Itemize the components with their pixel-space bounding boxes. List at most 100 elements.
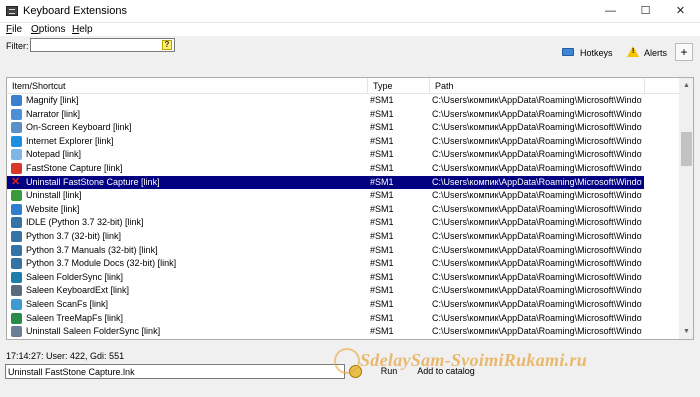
table-row[interactable]: Website [link] #SM1 C:\Users\компик\AppDat… (7, 203, 644, 217)
row-name: IDLE (Python 3.7 32-bit) [link] (26, 217, 144, 228)
python-icon (11, 258, 22, 270)
row-type: #SM1 (370, 217, 394, 228)
table-row[interactable]: FastStone Capture [link] #SM1 C:\Users\ком… (7, 162, 644, 176)
scanfs-icon (11, 298, 22, 310)
row-name: Internet Explorer [link] (26, 135, 114, 146)
menu-file-label: ile (12, 24, 23, 35)
row-name: Saleen TreeMapFs [link] (26, 312, 124, 323)
foldersync-icon (11, 271, 22, 283)
row-path: C:\Users\компик\AppData\Roaming\Microsof… (432, 162, 642, 173)
row-path: C:\Users\компик\AppData\Roaming\Microsof… (432, 176, 642, 187)
row-name: Saleen FolderSync [link] (26, 271, 124, 282)
shortcut-list[interactable]: Item/Shortcut Type Path Magnify [link] #S… (6, 77, 694, 340)
uninstall-icon (11, 326, 22, 338)
menu-bar: File Options Help (0, 23, 700, 36)
table-row[interactable]: Python 3.7 Manuals (32-bit) [link] #SM1 C:… (7, 244, 644, 258)
menu-help[interactable]: Help (72, 24, 93, 35)
faststone-icon (11, 162, 22, 174)
row-type: #SM1 (370, 135, 394, 146)
row-name: Notepad [link] (26, 149, 82, 160)
row-type: #SM1 (370, 122, 394, 133)
table-row[interactable]: Saleen ScanFs [link] #SM1 C:\Users\компик\… (7, 298, 644, 312)
row-name: Narrator [link] (26, 108, 81, 119)
row-path: C:\Users\компик\AppData\Roaming\Microsof… (432, 298, 642, 309)
row-path: C:\Users\компик\AppData\Roaming\Microsof… (432, 190, 642, 201)
row-path: C:\Users\компик\AppData\Roaming\Microsof… (432, 258, 642, 269)
table-row[interactable]: ✕ Uninstall FastStone Capture [link] #SM1 C… (7, 175, 644, 190)
table-row[interactable]: IDLE (Python 3.7 32-bit) [link] #SM1 C:\Us… (7, 216, 644, 230)
table-row[interactable]: Uninstall [link] #SM1 C:\Users\компик\AppD… (7, 189, 644, 203)
help-icon[interactable]: ? (162, 40, 172, 50)
row-type: #SM1 (370, 149, 394, 160)
maximize-button[interactable]: ☐ (628, 0, 663, 22)
row-name: On-Screen Keyboard [link] (26, 122, 132, 133)
row-type: #SM1 (370, 203, 394, 214)
watermark: SdelaySam-SvoimiRukami.ru (360, 350, 588, 370)
add-button[interactable]: + (675, 43, 693, 61)
table-row[interactable]: Saleen KeyboardExt [link] #SM1 C:\Users\ко… (7, 284, 644, 298)
menu-help-label: elp (79, 24, 93, 35)
close-button[interactable]: ✕ (663, 0, 698, 22)
row-type: #SM1 (370, 285, 394, 296)
warning-icon (627, 46, 639, 57)
table-row[interactable]: Internet Explorer [link] #SM1 C:\Users\ком… (7, 135, 644, 149)
column-header-type[interactable]: Type (368, 78, 430, 94)
table-row[interactable]: Saleen FolderSync [link] #SM1 C:\Users\ком… (7, 271, 644, 285)
status-text: 17:14:27: User: 422, Gdi: 551 (6, 351, 125, 361)
filter-label: Filter: (6, 41, 29, 51)
menu-file[interactable]: File (6, 24, 22, 35)
list-rows: Magnify [link] #SM1 C:\Users\компик\AppDat… (7, 94, 679, 339)
table-row[interactable]: Uninstall Saleen FolderSync [link] #SM1 C:… (7, 325, 644, 339)
keyboard-icon (11, 122, 22, 134)
magnify-icon (11, 95, 22, 106)
row-name: Uninstall Saleen FolderSync [link] (26, 326, 161, 337)
row-path: C:\Users\компик\AppData\Roaming\Microsof… (432, 135, 642, 146)
scroll-up-arrow-icon[interactable]: ▲ (679, 78, 693, 93)
row-path: C:\Users\компик\AppData\Roaming\Microsof… (432, 95, 642, 105)
row-path: C:\Users\компик\AppData\Roaming\Microsof… (432, 122, 642, 133)
internet-explorer-icon (11, 135, 22, 147)
table-row[interactable]: Saleen TreeMapFs [link] #SM1 C:\Users\комп… (7, 312, 644, 326)
watermark-logo-icon (334, 348, 360, 374)
row-path: C:\Users\компик\AppData\Roaming\Microsof… (432, 108, 642, 119)
table-row[interactable]: On-Screen Keyboard [link] #SM1 C:\Users\ко… (7, 121, 644, 135)
row-name: Magnify [link] (26, 95, 79, 105)
uninstall-x-icon: ✕ (11, 175, 21, 188)
table-row[interactable]: Python 3.7 Module Docs (32-bit) [link] #S… (7, 257, 644, 271)
table-row[interactable]: Narrator [link] #SM1 C:\Users\компик\AppDa… (7, 108, 644, 122)
row-name: Python 3.7 Manuals (32-bit) [link] (26, 244, 158, 255)
table-row[interactable]: Notepad [link] #SM1 C:\Users\компик\AppDat… (7, 148, 644, 162)
row-type: #SM1 (370, 95, 394, 105)
table-row[interactable]: Python 3.7 (32-bit) [link] #SM1 C:\Users\к… (7, 230, 644, 244)
row-path: C:\Users\компик\AppData\Roaming\Microsof… (432, 149, 642, 160)
column-header-item[interactable]: Item/Shortcut (7, 78, 368, 94)
minimize-button[interactable]: — (593, 0, 628, 22)
globe-icon (11, 203, 22, 215)
vertical-scrollbar[interactable]: ▲ ▼ (679, 78, 693, 339)
scroll-down-arrow-icon[interactable]: ▼ (679, 324, 693, 339)
row-name: Python 3.7 Module Docs (32-bit) [link] (26, 258, 177, 269)
keyboardext-icon (11, 285, 22, 297)
row-type: #SM1 (370, 108, 394, 119)
row-name: Website [link] (26, 203, 80, 214)
row-type: #SM1 (370, 312, 394, 323)
python-icon (11, 230, 22, 242)
scroll-thumb[interactable] (681, 132, 692, 166)
alerts-label: Alerts (644, 48, 668, 58)
row-type: #SM1 (370, 162, 394, 173)
row-name: FastStone Capture [link] (26, 162, 123, 173)
command-input[interactable] (5, 364, 345, 379)
row-type: #SM1 (370, 244, 394, 255)
row-path: C:\Users\компик\AppData\Roaming\Microsof… (432, 230, 642, 241)
uninstall-icon (11, 190, 22, 202)
row-path: C:\Users\компик\AppData\Roaming\Microsof… (432, 326, 642, 337)
row-path: C:\Users\компик\AppData\Roaming\Microsof… (432, 244, 642, 255)
filter-input[interactable] (30, 38, 175, 52)
column-header-path[interactable]: Path (430, 78, 645, 94)
table-row[interactable]: Magnify [link] #SM1 C:\Users\компик\AppDat… (7, 94, 644, 108)
row-type: #SM1 (370, 271, 394, 282)
menu-options[interactable]: Options (31, 24, 65, 35)
row-path: C:\Users\компик\AppData\Roaming\Microsof… (432, 217, 642, 228)
row-type: #SM1 (370, 230, 394, 241)
row-name: Saleen KeyboardExt [link] (26, 285, 130, 296)
